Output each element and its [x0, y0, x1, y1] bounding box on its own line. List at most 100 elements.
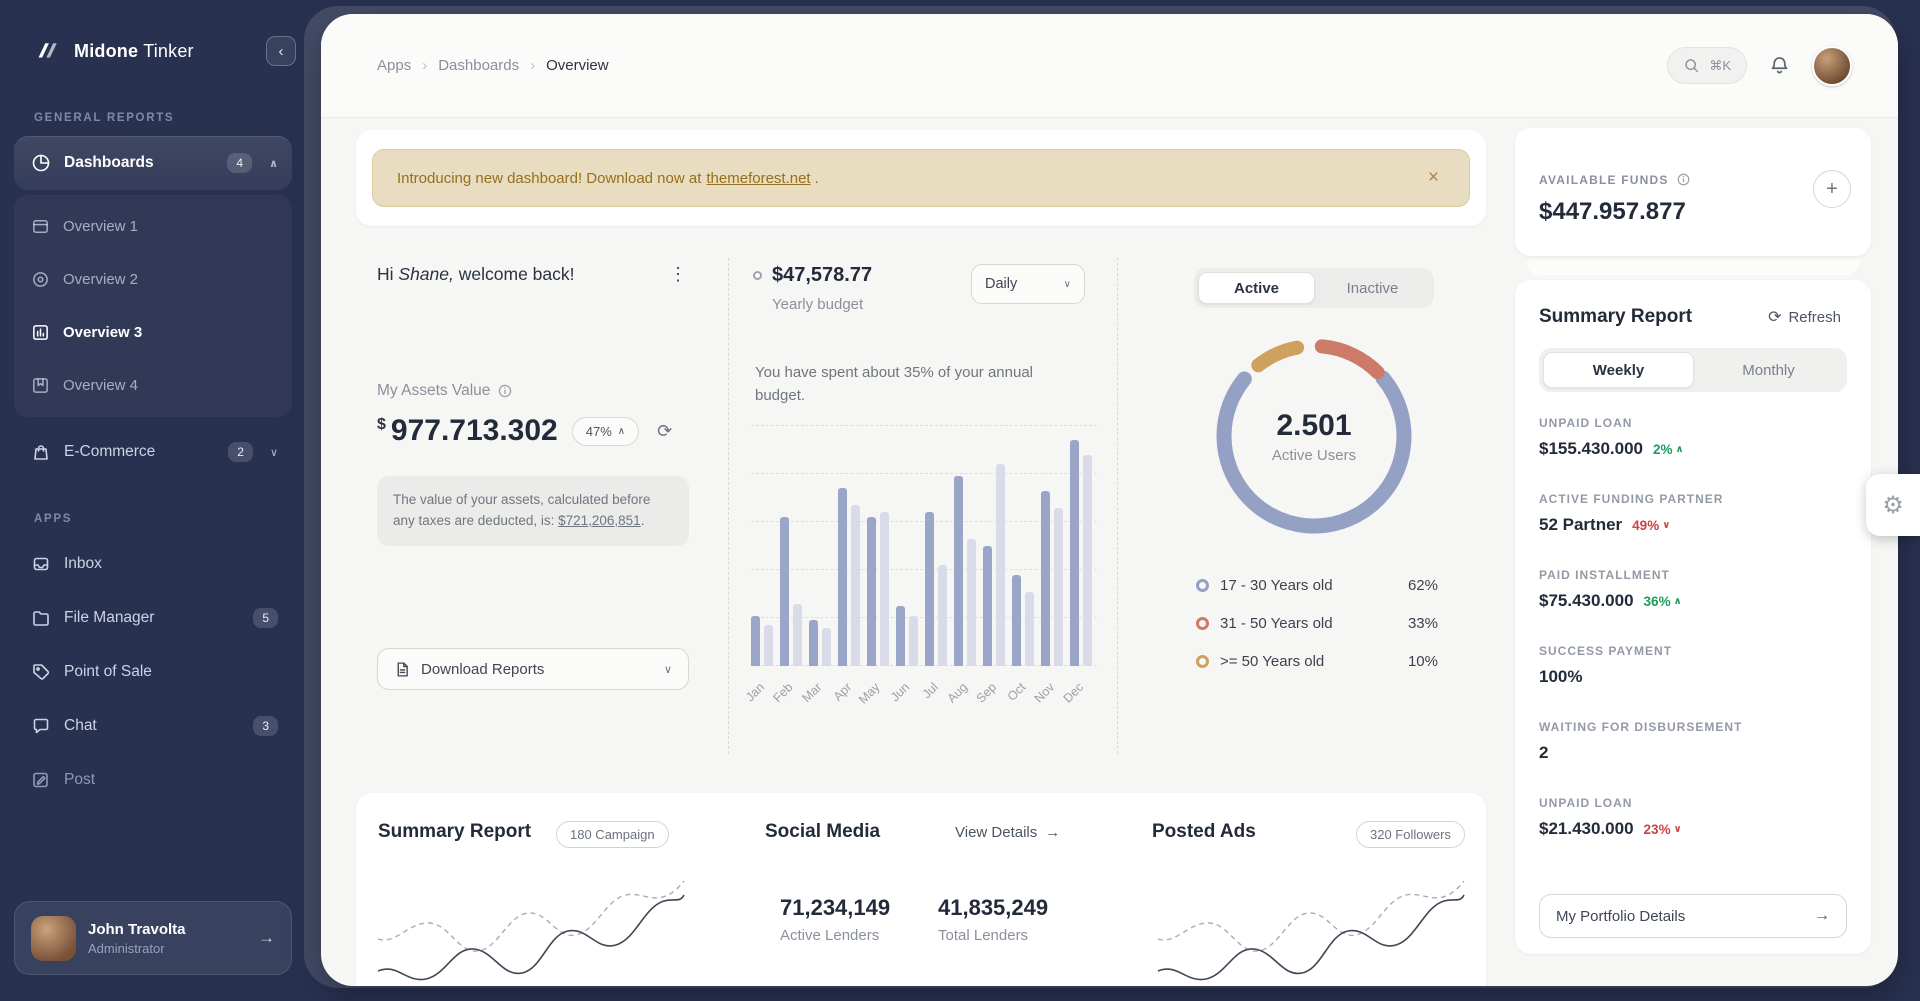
sidebar-item-label: Dashboards: [64, 154, 214, 172]
chevron-right-icon: ›: [530, 57, 535, 74]
followers-badge: 320 Followers: [1356, 821, 1465, 848]
sidebar-item-label: Overview 3: [63, 324, 278, 341]
assets-title-row: My Assets Value: [377, 382, 513, 400]
stats-list: UNPAID LOAN $155.430.000 2%∧ ACTIVE FUND…: [1539, 416, 1847, 839]
stat-success-payment: SUCCESS PAYMENT 100%: [1539, 644, 1847, 687]
chevron-down-icon: ∨: [270, 446, 278, 459]
panel-icon: [31, 217, 50, 236]
banner-link[interactable]: themeforest.net: [706, 170, 810, 187]
bar-group-nov: Nov: [1041, 491, 1063, 666]
logo-row: MidoneTinker ‹: [14, 0, 308, 66]
view-details-link[interactable]: View Details →: [955, 824, 1060, 841]
tab-active[interactable]: Active: [1198, 272, 1315, 304]
banner-close-button[interactable]: ×: [1422, 166, 1445, 190]
bar-group-oct: Oct: [1012, 575, 1034, 666]
folder-icon: [31, 608, 51, 628]
chevron-up-icon: ∧: [618, 426, 625, 437]
budget-period-select[interactable]: Daily ∨: [971, 264, 1085, 304]
welcome-name: Shane,: [398, 264, 453, 284]
total-lenders-value: 41,835,249: [938, 895, 1048, 921]
budget-description: You have spent about 35% of your annual …: [755, 362, 1055, 407]
profile-name: John Travolta: [88, 920, 186, 940]
sidebar-item-inbox[interactable]: Inbox: [14, 537, 292, 591]
sidebar-item-overview-4[interactable]: Overview 4: [14, 359, 292, 412]
sidebar-item-overview-1[interactable]: Overview 1: [14, 200, 292, 253]
campaign-badge: 180 Campaign: [556, 821, 669, 848]
breadcrumb-overview: Overview: [546, 57, 609, 74]
welcome-menu-button[interactable]: ⋮: [663, 264, 693, 284]
search-input[interactable]: ⌘K: [1667, 47, 1747, 84]
plus-icon: +: [1826, 178, 1838, 201]
yearly-budget-header: $47,578.77 Yearly budget: [753, 264, 872, 313]
tab-monthly[interactable]: Monthly: [1694, 352, 1843, 388]
settings-fab-button[interactable]: ⚙: [1866, 474, 1920, 536]
social-media-title: Social Media: [765, 821, 880, 843]
user-avatar[interactable]: [1812, 46, 1852, 86]
dashboards-submenu: Overview 1 Overview 2 Overview 3 Overvie…: [14, 195, 292, 417]
refresh-button[interactable]: ⟳ Refresh: [1762, 306, 1847, 328]
summary-report-title: Summary Report: [378, 821, 531, 843]
chevron-up-icon: ∧: [1676, 444, 1684, 455]
chevron-up-icon: ∧: [269, 157, 278, 170]
sidebar-section-apps: APPS: [34, 513, 308, 525]
pencil-square-icon: [31, 770, 51, 790]
download-reports-button[interactable]: Download Reports ∨: [377, 648, 689, 690]
sidebar-collapse-button[interactable]: ‹: [266, 36, 296, 66]
assets-refresh-button[interactable]: ⟳: [651, 420, 678, 443]
gear-icon: ⚙: [1882, 491, 1904, 520]
sidebar-item-dashboards[interactable]: Dashboards 4 ∧: [14, 136, 292, 190]
file-manager-badge: 5: [253, 608, 278, 628]
sidebar: MidoneTinker ‹ GENERAL REPORTS Dashboard…: [0, 0, 308, 1001]
bookmark-icon: [31, 376, 50, 395]
available-funds-value: $447.957.877: [1539, 198, 1686, 226]
column-divider: [1117, 258, 1118, 754]
stat-waiting-disbursement: WAITING FOR DISBURSEMENT 2: [1539, 720, 1847, 763]
sidebar-item-post[interactable]: Post: [14, 753, 292, 807]
assets-change-badge[interactable]: 47% ∧: [572, 417, 639, 446]
tab-inactive[interactable]: Inactive: [1315, 272, 1430, 304]
banner-card: Introducing new dashboard! Download now …: [356, 130, 1486, 226]
legend-dot: [1196, 617, 1209, 630]
bar-group-jul: Jul: [925, 512, 947, 666]
add-funds-button[interactable]: +: [1813, 170, 1851, 208]
dashboards-badge: 4: [227, 153, 252, 173]
sidebar-item-overview-2[interactable]: Overview 2: [14, 253, 292, 306]
sidebar-item-label: Inbox: [64, 555, 278, 573]
sidebar-profile-card[interactable]: John Travolta Administrator →: [14, 901, 292, 975]
sidebar-item-ecommerce[interactable]: E-Commerce 2 ∨: [14, 425, 292, 479]
portfolio-details-button[interactable]: My Portfolio Details →: [1539, 894, 1847, 938]
period-tabs: Weekly Monthly: [1539, 348, 1847, 392]
info-icon: [497, 383, 513, 399]
profile-role: Administrator: [88, 941, 186, 956]
budget-amount: $47,578.77: [772, 264, 872, 287]
refresh-icon: ⟳: [1768, 307, 1781, 327]
assets-note: The value of your assets, calculated bef…: [377, 476, 689, 546]
arrow-right-icon: →: [1045, 824, 1060, 841]
kebab-icon: ⋮: [669, 264, 687, 284]
notifications-button[interactable]: [1769, 55, 1790, 76]
banner-text: Introducing new dashboard! Download now …: [397, 170, 701, 187]
chevron-right-icon: ›: [422, 57, 427, 74]
stat-unpaid-loan-2: UNPAID LOAN $21.430.000 23%∨: [1539, 796, 1847, 839]
legend-dot: [1196, 579, 1209, 592]
breadcrumb-dashboards[interactable]: Dashboards: [438, 57, 519, 74]
chevron-down-icon: ∨: [1674, 824, 1682, 835]
stat-delta: 36%∧: [1644, 594, 1682, 609]
sidebar-item-chat[interactable]: Chat 3: [14, 699, 292, 753]
sidebar-item-point-of-sale[interactable]: Point of Sale: [14, 645, 292, 699]
breadcrumb-apps[interactable]: Apps: [377, 57, 411, 74]
topbar: Apps › Dashboards › Overview ⌘K: [321, 14, 1898, 118]
file-icon: [394, 661, 411, 678]
active-users-donut: 2.501 Active Users: [1204, 326, 1424, 546]
bar-group-feb: Feb: [780, 517, 802, 666]
sidebar-item-overview-3[interactable]: Overview 3: [14, 306, 292, 359]
tab-weekly[interactable]: Weekly: [1543, 352, 1694, 388]
sidebar-item-file-manager[interactable]: File Manager 5: [14, 591, 292, 645]
bar-group-jun: Jun: [896, 606, 918, 666]
chevron-down-icon: ∨: [1662, 520, 1670, 531]
available-funds-label-row: AVAILABLE FUNDS: [1539, 172, 1691, 187]
app-title: MidoneTinker: [74, 41, 194, 62]
stat-active-funding-partner: ACTIVE FUNDING PARTNER 52 Partner 49%∨: [1539, 492, 1847, 535]
sidebar-item-label: Chat: [64, 717, 240, 735]
legend-dot: [1196, 655, 1209, 668]
